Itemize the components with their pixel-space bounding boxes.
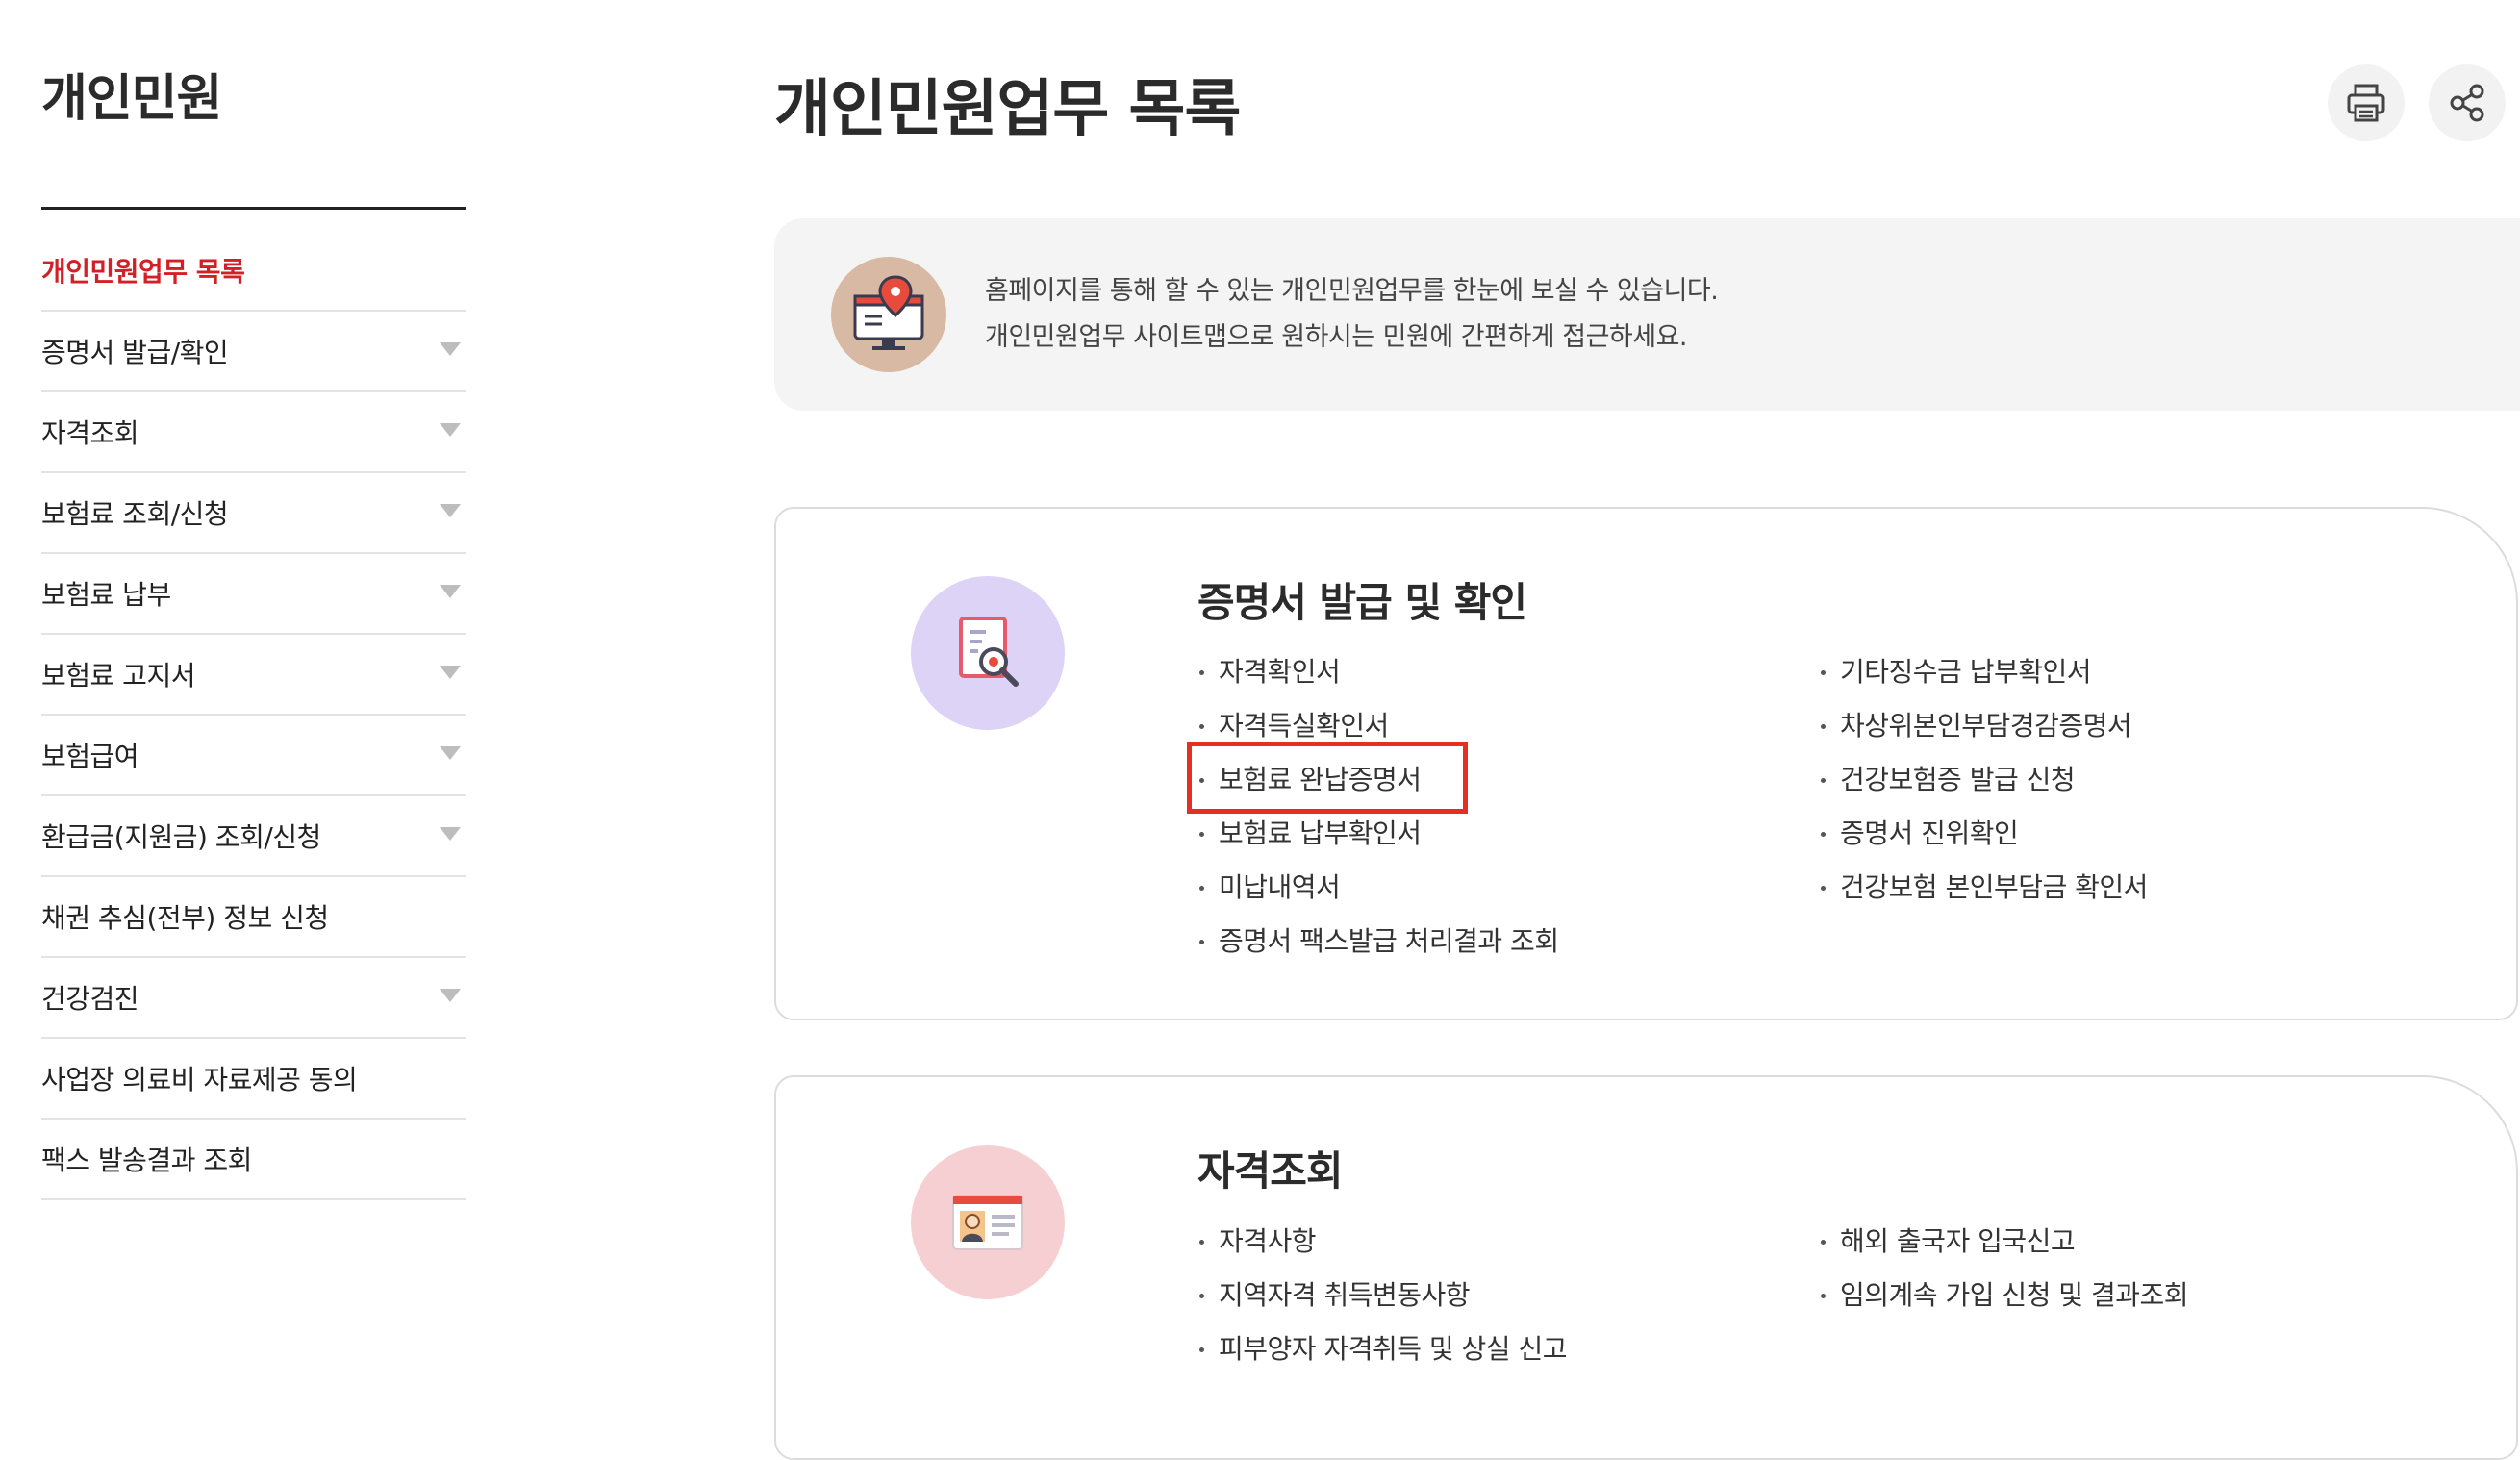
sidebar-item-label: 보험료 조회/신청 xyxy=(41,498,229,530)
page-title: 개인민원업무 목록 xyxy=(774,74,1241,145)
sidebar-item-premium-inquiry[interactable]: 보험료 조회/신청 xyxy=(41,473,466,554)
sidebar-title: 개인민원 xyxy=(41,70,222,128)
sidebar-item-label: 채권 추심(전부) 정보 신청 xyxy=(41,902,329,934)
chevron-down-icon[interactable] xyxy=(440,746,461,760)
sidebar-item-qualification[interactable]: 자격조회 xyxy=(41,392,466,473)
link-regional-qualification-changes[interactable]: 지역자격 취득변동사항 xyxy=(1197,1269,1567,1322)
sidebar-item-debt-collection[interactable]: 채권 추심(전부) 정보 신청 xyxy=(41,877,466,958)
sidebar-item-label: 증명서 발급/확인 xyxy=(41,337,229,368)
link-premium-payment-confirmation[interactable]: 보험료 납부확인서 xyxy=(1197,807,1559,861)
certificate-search-icon xyxy=(959,617,1019,687)
chevron-down-icon[interactable] xyxy=(440,423,461,437)
sidebar-item-benefits[interactable]: 보험급여 xyxy=(41,716,466,796)
sidebar-item-label: 보험료 납부 xyxy=(41,579,171,611)
link-low-income-reduction-certificate[interactable]: 차상위본인부담경감증명서 xyxy=(1819,699,2148,753)
sidebar-item-medical-data-consent[interactable]: 사업장 의료비 자료제공 동의 xyxy=(41,1039,466,1120)
sidebar-item-civil-list[interactable]: 개인민원업무 목록 xyxy=(41,231,466,312)
link-overseas-return-report[interactable]: 해외 출국자 입국신고 xyxy=(1819,1215,2188,1269)
sidebar-item-label: 팩스 발송결과 조회 xyxy=(41,1145,252,1176)
sidebar-item-label: 건강검진 xyxy=(41,983,139,1015)
id-card-icon xyxy=(952,1195,1023,1250)
share-button[interactable] xyxy=(2429,64,2506,141)
print-button[interactable] xyxy=(2328,64,2405,141)
sidebar-item-refunds[interactable]: 환급금(지원금) 조회/신청 xyxy=(41,796,466,877)
section-certificates: 증명서 발급 및 확인 자격확인서 자격득실확인서 보험료 완납증명서 보험료 … xyxy=(774,507,2518,1020)
link-list: 자격사항 지역자격 취득변동사항 피부양자 자격취득 및 상실 신고 xyxy=(1197,1215,1567,1376)
intro-line: 홈페이지를 통해 할 수 있는 개인민원업무를 한눈에 보실 수 있습니다. xyxy=(985,276,1719,306)
printer-icon xyxy=(2347,84,2385,122)
link-list: 기타징수금 납부확인서 차상위본인부담경감증명서 건강보험증 발급 신청 증명서… xyxy=(1819,645,2148,915)
link-copayment-confirmation[interactable]: 건강보험 본인부담금 확인서 xyxy=(1819,861,2148,915)
link-unpaid-statement[interactable]: 미납내역서 xyxy=(1197,861,1559,915)
chevron-down-icon[interactable] xyxy=(440,342,461,356)
chevron-down-icon[interactable] xyxy=(440,504,461,517)
section-icon-circle xyxy=(911,576,1065,730)
sidebar-item-health-checkup[interactable]: 건강검진 xyxy=(41,958,466,1039)
link-qualification-confirmation[interactable]: 자격확인서 xyxy=(1197,645,1559,699)
sidebar-item-certificates[interactable]: 증명서 발급/확인 xyxy=(41,312,466,392)
sidebar-item-label: 보험급여 xyxy=(41,741,139,772)
chevron-down-icon[interactable] xyxy=(440,827,461,841)
link-fax-issue-result[interactable]: 증명서 팩스발급 처리결과 조회 xyxy=(1197,915,1559,969)
share-icon xyxy=(2450,84,2484,122)
sidebar-item-premium-payment[interactable]: 보험료 납부 xyxy=(41,554,466,635)
link-voluntary-continuation[interactable]: 임의계속 가입 신청 및 결과조회 xyxy=(1819,1269,2188,1322)
section-qualification: 자격조회 자격사항 지역자격 취득변동사항 피부양자 자격취득 및 상실 신고 … xyxy=(774,1075,2518,1460)
sidebar-item-label: 보험료 고지서 xyxy=(41,660,195,692)
sidebar-divider xyxy=(41,207,466,210)
intro-box: 홈페이지를 통해 할 수 있는 개인민원업무를 한눈에 보실 수 있습니다. 개… xyxy=(774,218,2520,411)
section-icon-circle xyxy=(911,1145,1065,1299)
sidebar-menu: 개인민원업무 목록 증명서 발급/확인 자격조회 보험료 조회/신청 보험료 납… xyxy=(41,231,466,1200)
chevron-down-icon[interactable] xyxy=(440,989,461,1002)
link-insurance-card-request[interactable]: 건강보험증 발급 신청 xyxy=(1819,753,2148,807)
sidebar-item-label: 환급금(지원금) 조회/신청 xyxy=(41,821,321,853)
sidebar-item-premium-notice[interactable]: 보험료 고지서 xyxy=(41,635,466,716)
link-qualification-details[interactable]: 자격사항 xyxy=(1197,1215,1567,1269)
section-title: 증명서 발급 및 확인 xyxy=(1197,579,1527,626)
chevron-down-icon[interactable] xyxy=(440,585,461,598)
section-title: 자격조회 xyxy=(1197,1147,1344,1195)
sidebar-item-label: 사업장 의료비 자료제공 동의 xyxy=(41,1064,358,1095)
link-other-collection-payment[interactable]: 기타징수금 납부확인서 xyxy=(1819,645,2148,699)
sidebar-item-label: 자격조회 xyxy=(41,417,139,449)
chevron-down-icon[interactable] xyxy=(440,666,461,679)
sidebar-item-fax-result[interactable]: 팩스 발송결과 조회 xyxy=(41,1120,466,1200)
link-dependent-registration[interactable]: 피부양자 자격취득 및 상실 신고 xyxy=(1197,1322,1567,1376)
link-certificate-verification[interactable]: 증명서 진위확인 xyxy=(1819,807,2148,861)
intro-text: 홈페이지를 통해 할 수 있는 개인민원업무를 한눈에 보실 수 있습니다. 개… xyxy=(985,268,1719,361)
sidebar-item-label: 개인민원업무 목록 xyxy=(41,256,245,288)
monitor-location-icon xyxy=(853,275,924,350)
link-list: 해외 출국자 입국신고 임의계속 가입 신청 및 결과조회 xyxy=(1819,1215,2188,1322)
intro-line: 개인민원업무 사이트맵으로 원하시는 민원에 간편하게 접근하세요. xyxy=(985,322,1688,352)
highlight-box xyxy=(1187,742,1468,814)
intro-icon-circle xyxy=(831,257,946,372)
